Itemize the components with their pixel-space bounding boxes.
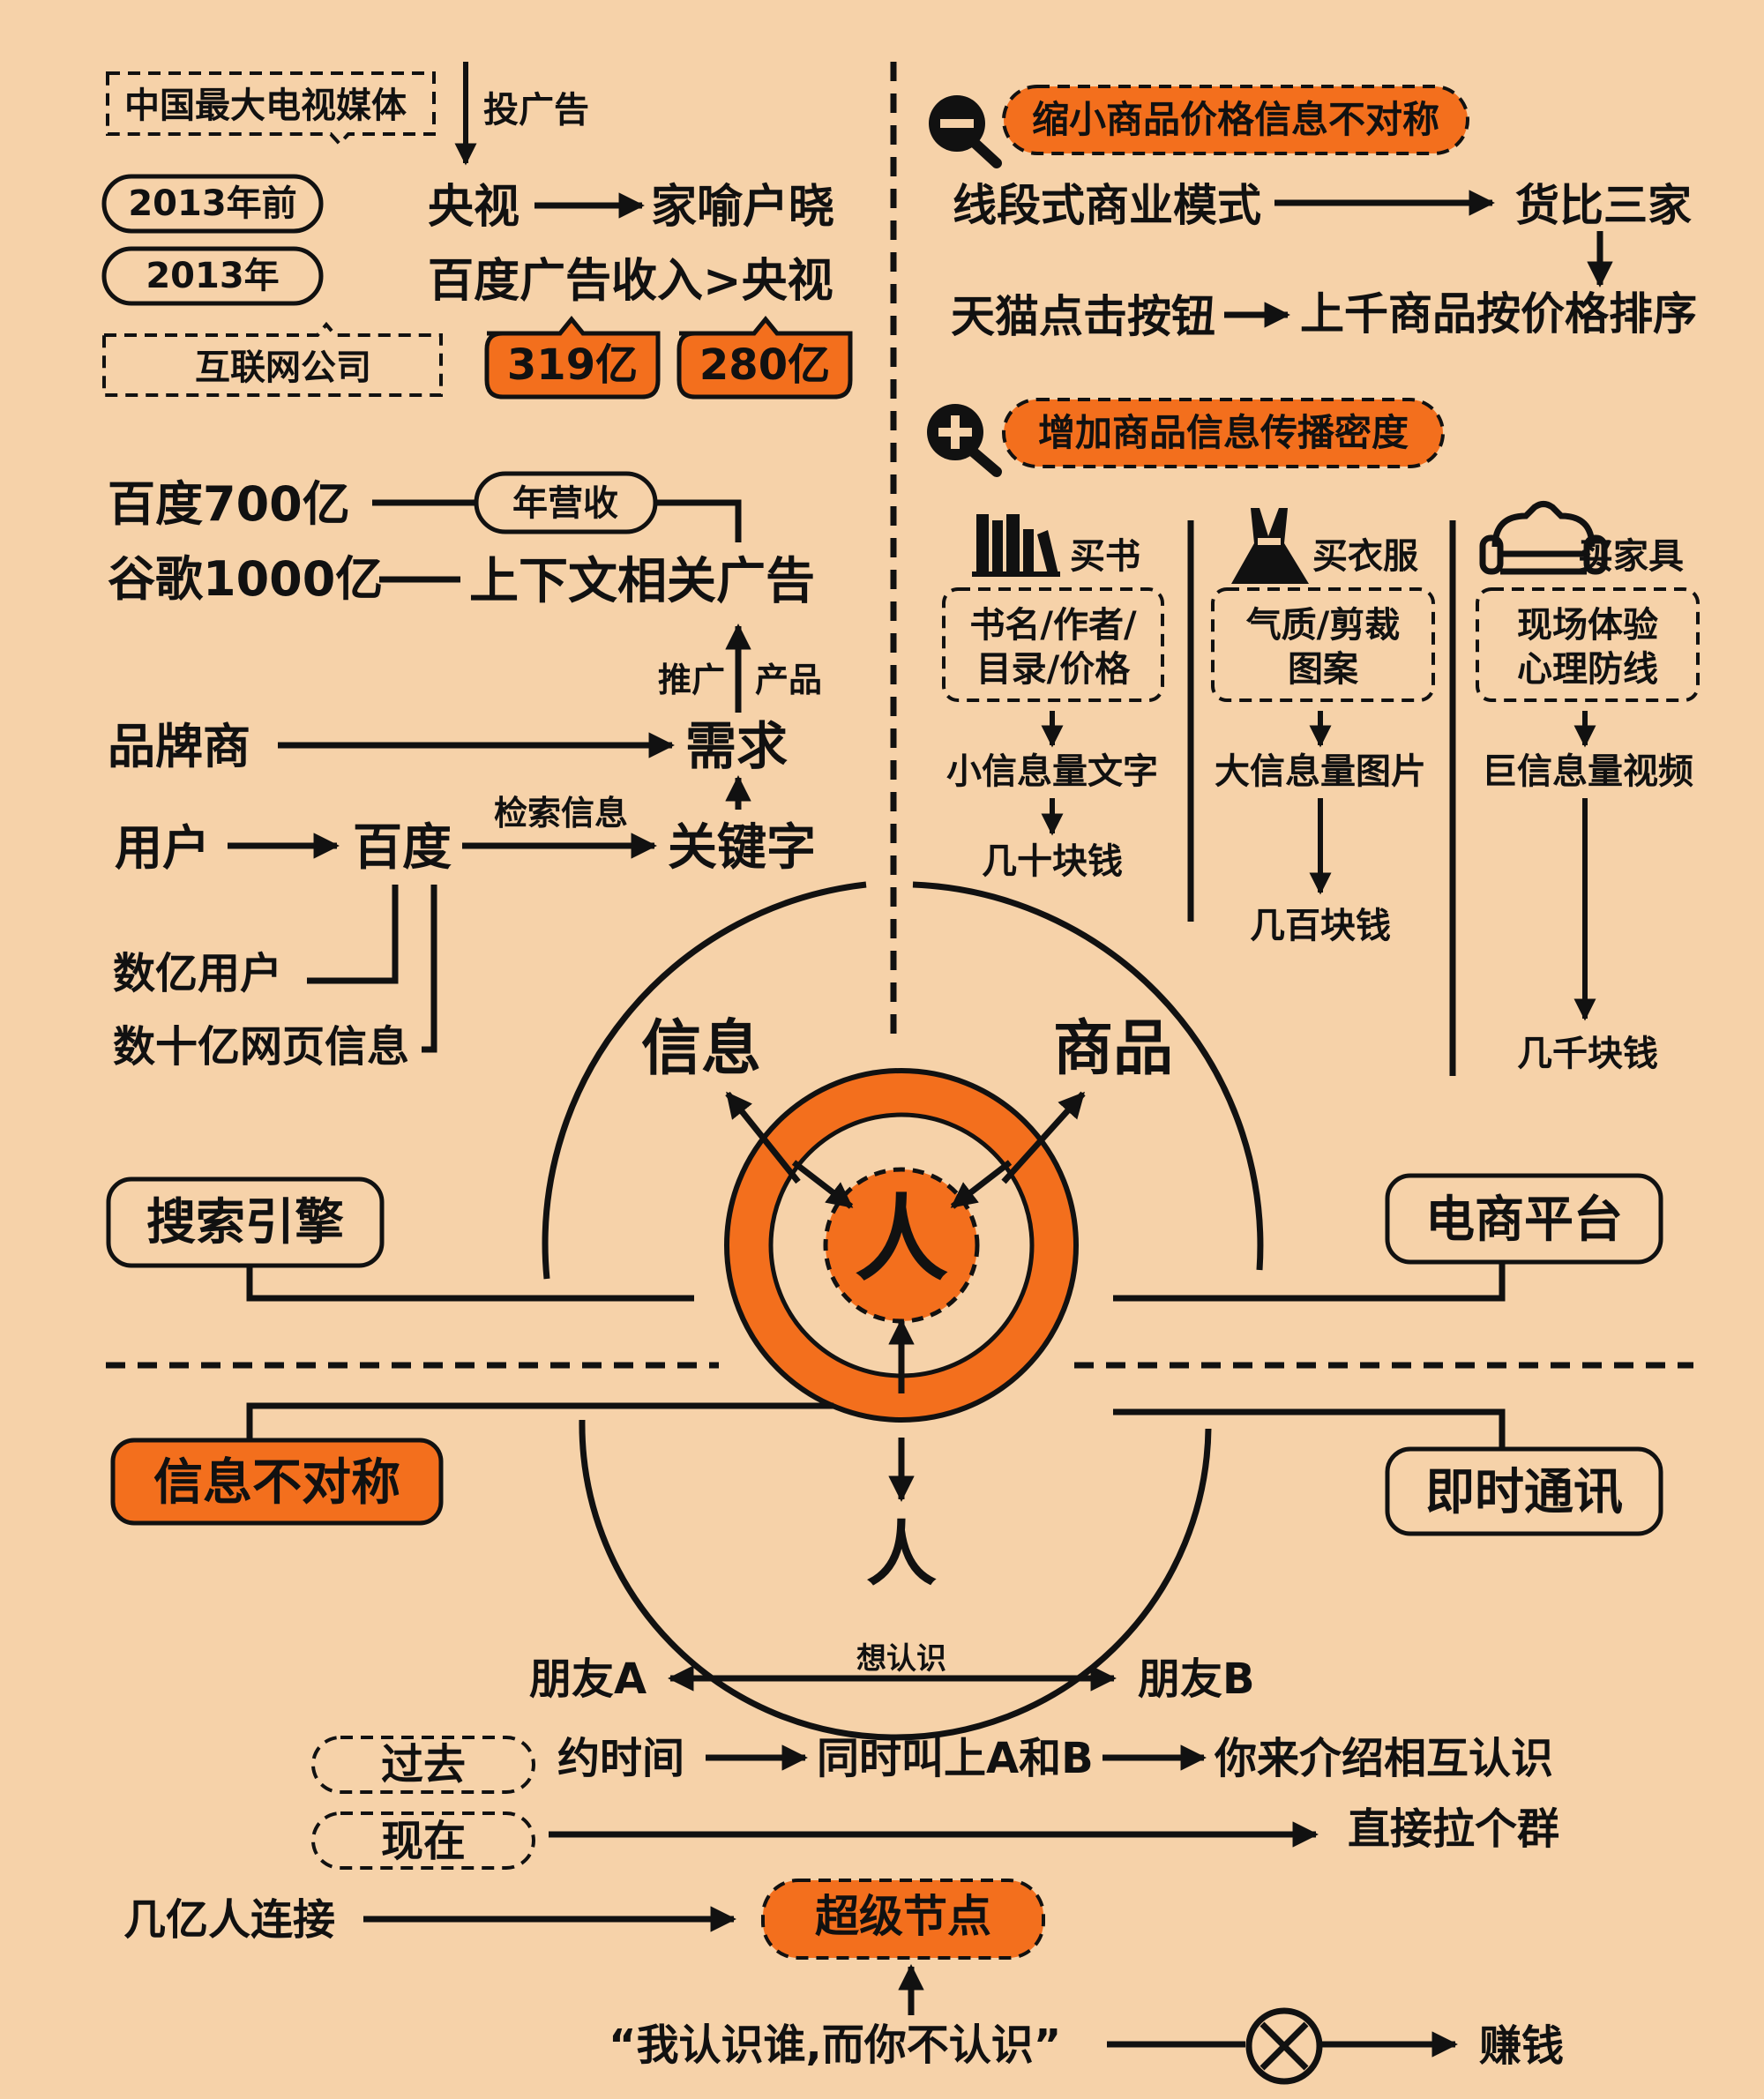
cctv-label: 央视 xyxy=(428,181,519,234)
call-both-label: 同时叫上A和B xyxy=(817,1734,1094,1783)
cctv-media-label: 中国最大电视媒体 xyxy=(124,86,407,126)
minus-magnifier-icon xyxy=(929,95,1002,168)
col-1-title: 买书 xyxy=(1070,536,1140,577)
person-bottom-label: 人 xyxy=(866,1513,937,1595)
col-1-mid: 小信息量文字 xyxy=(946,751,1158,792)
top-left-section: 中国最大电视媒体 投广告 2013年前 2013年 互联网公司 央视 家喻户晓 … xyxy=(101,62,853,400)
goods-label: 商品 xyxy=(1053,1014,1173,1084)
search-engine-connector xyxy=(246,1266,694,1302)
user-label: 用户 xyxy=(115,820,210,876)
sort-label: 上千商品按价格排序 xyxy=(1300,288,1697,340)
annual-label: 年营收 xyxy=(512,483,618,524)
contextual-ads-label: 上下文相关广告 xyxy=(469,553,815,610)
retrieve-label: 检索信息 xyxy=(494,794,628,833)
google-revenue-label: 谷歌1000亿 xyxy=(108,551,383,607)
val-280-label: 280亿 xyxy=(699,340,830,390)
col-2-mid: 大信息量图片 xyxy=(1215,751,1426,792)
col-3-mid: 巨信息量视频 xyxy=(1482,751,1693,792)
ecommerce-label: 电商平台 xyxy=(1425,1191,1623,1249)
col-2-line2: 图案 xyxy=(1288,649,1359,690)
col-3-line1: 现场体验 xyxy=(1517,605,1658,646)
col-1-line1: 书名/作者/ xyxy=(969,605,1137,646)
im-label: 即时通讯 xyxy=(1425,1464,1623,1521)
tmall-label: 天猫点击按钮 xyxy=(951,291,1215,342)
annual-connector xyxy=(655,499,742,542)
baidu-revenue-label: 百度700亿 xyxy=(108,476,350,532)
hundreds-users-label: 数亿用户 xyxy=(113,949,282,998)
increase-label: 增加商品信息传播密度 xyxy=(1038,411,1409,454)
household-label: 家喻户晓 xyxy=(651,181,834,234)
want-know-label: 想认识 xyxy=(856,1641,946,1677)
compare-label: 货比三家 xyxy=(1515,180,1692,231)
brand-label: 品牌商 xyxy=(108,719,250,774)
col-1-line2: 目录/价格 xyxy=(976,649,1132,690)
ecom-section: 缩小商品价格信息不对称 线段式商业模式 货比三家 天猫点击按钮 上千商品按价格排… xyxy=(927,85,1700,1076)
x-circle-icon xyxy=(1245,2007,1323,2085)
col-2-title: 买衣服 xyxy=(1312,536,1418,577)
search-section: 百度700亿 谷歌1000亿 年营收 上下文相关广告 推广 产品 品牌商 需求 … xyxy=(108,471,822,1072)
col-2-line1: 气质/剪裁 xyxy=(1246,605,1401,646)
before-2013-label: 2013年前 xyxy=(128,183,296,224)
internet-company-label: 互联网公司 xyxy=(195,347,371,388)
person-label: 人 xyxy=(855,1185,948,1294)
ecommerce-connector xyxy=(1113,1262,1506,1302)
super-node-label: 超级节点 xyxy=(815,1891,991,1942)
introduce-label: 你来介绍相互认识 xyxy=(1214,1734,1553,1783)
make-time-label: 约时间 xyxy=(557,1734,684,1783)
col-3-line2: 心理防线 xyxy=(1517,649,1658,690)
connect-label: 几亿人连接 xyxy=(123,1895,335,1945)
linear-model-label: 线段式商业模式 xyxy=(953,180,1261,231)
quote-label: “我认识谁,而你不认识” xyxy=(609,2021,1061,2070)
info-label: 信息 xyxy=(641,1014,761,1084)
now-label: 现在 xyxy=(381,1817,466,1866)
col-2-price: 几百块钱 xyxy=(1250,906,1391,946)
dress-icon xyxy=(1231,508,1309,584)
social-section: 想认识 朋友A 朋友B 过去 约时间 同时叫上A和B 你来介绍相互认识 现在 直… xyxy=(123,1641,1564,2085)
billions-pages-label: 数十亿网页信息 xyxy=(113,1022,409,1072)
im-connector xyxy=(1113,1408,1506,1449)
group-label: 直接拉个群 xyxy=(1348,1804,1559,1854)
search-engine-label: 搜索引擎 xyxy=(146,1194,344,1251)
col-3-price: 几千块钱 xyxy=(1517,1034,1658,1074)
advertise-label: 投广告 xyxy=(483,90,589,131)
friend-b-label: 朋友B xyxy=(1138,1655,1255,1704)
books-icon xyxy=(972,514,1060,577)
product-label: 产品 xyxy=(755,661,822,699)
baidu-vs-cctv-label: 百度广告收入>央视 xyxy=(428,255,833,308)
col-3-title: 买家具 xyxy=(1578,536,1684,577)
asymmetry-connector xyxy=(246,1402,833,1440)
keyword-label: 关键字 xyxy=(668,819,816,877)
friend-a-label: 朋友A xyxy=(529,1655,647,1704)
val-319-label: 319亿 xyxy=(507,340,638,390)
asymmetry-label: 信息不对称 xyxy=(153,1454,400,1512)
plus-magnifier-icon xyxy=(927,404,1002,477)
col-1-price: 几十块钱 xyxy=(982,841,1123,882)
in-2013-label: 2013年 xyxy=(146,256,279,296)
promote-label: 推广 xyxy=(658,661,725,699)
pages-connector xyxy=(422,885,437,1053)
users-connector xyxy=(307,885,399,984)
past-label: 过去 xyxy=(381,1740,466,1789)
demand-label: 需求 xyxy=(685,716,788,776)
baidu-label: 百度 xyxy=(353,819,452,877)
reduce-label: 缩小商品价格信息不对称 xyxy=(1032,98,1439,141)
earn-label: 赚钱 xyxy=(1479,2021,1564,2071)
